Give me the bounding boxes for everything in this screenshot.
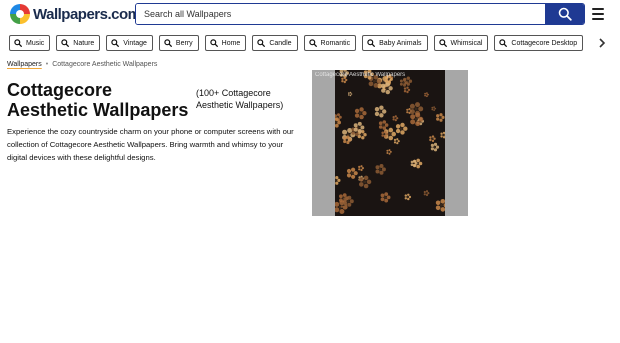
- logo-text: Wallpapers.com: [33, 5, 141, 23]
- category-chip-romantic[interactable]: Romantic: [303, 35, 357, 51]
- category-chip-whimsical[interactable]: Whimsical: [433, 35, 489, 51]
- category-chip-label: Home: [221, 39, 241, 47]
- wallpaper-count: (100+ Cottagecore Aesthetic Wallpapers): [196, 88, 284, 110]
- search-icon: [499, 39, 508, 47]
- category-chip-label: Vintage: [123, 39, 147, 47]
- search-bar: [135, 3, 585, 25]
- search-icon: [164, 39, 172, 47]
- search-icon: [558, 7, 572, 21]
- page-title: Cottagecore Aesthetic Wallpapers: [7, 80, 189, 120]
- category-chip-label: Music: [26, 39, 45, 47]
- page-description: Experience the cozy countryside charm on…: [7, 127, 294, 162]
- category-chip-label: Whimsical: [450, 39, 483, 47]
- search-icon: [367, 39, 376, 47]
- search-icon: [61, 39, 70, 47]
- breadcrumb-separator: •: [45, 61, 49, 68]
- category-chip-label: Candle: [269, 39, 292, 47]
- category-chip-home[interactable]: Home: [204, 35, 247, 51]
- category-chip-baby-animals[interactable]: Baby Animals: [362, 35, 428, 51]
- search-icon: [209, 39, 218, 47]
- category-chip-label: Cottagecore Desktop: [511, 39, 578, 47]
- hamburger-menu-icon[interactable]: [592, 8, 604, 20]
- breadcrumb-link-wallpapers[interactable]: Wallpapers: [7, 61, 42, 68]
- category-chip-label: Nature: [73, 39, 95, 47]
- breadcrumb: Wallpapers • Cottagecore Aesthetic Wallp…: [7, 61, 157, 68]
- category-chip-music[interactable]: Music: [9, 35, 51, 51]
- search-icon: [438, 39, 447, 47]
- logo-icon: [10, 4, 30, 24]
- featured-wallpaper-image: [335, 70, 445, 216]
- category-chip-candle[interactable]: Candle: [252, 35, 298, 51]
- category-chip-label: Baby Animals: [379, 39, 422, 47]
- search-icon: [111, 39, 120, 47]
- search-icon: [308, 39, 317, 47]
- category-chip-nature[interactable]: Nature: [56, 35, 101, 51]
- category-chip-berry[interactable]: Berry: [158, 35, 199, 51]
- flower-pattern-image: [335, 70, 445, 214]
- category-chip-cottagecore-desktop[interactable]: Cottagecore Desktop: [494, 35, 584, 51]
- featured-wallpaper-preview[interactable]: Cottagecore Aesthetic Wallpapers: [312, 70, 468, 216]
- breadcrumb-current: Cottagecore Aesthetic Wallpapers: [52, 61, 158, 68]
- category-chip-label: Romantic: [320, 39, 351, 47]
- category-chip-vintage[interactable]: Vintage: [106, 35, 153, 51]
- search-icon: [14, 39, 22, 47]
- site-logo[interactable]: Wallpapers.com: [10, 3, 141, 25]
- site-header: Wallpapers.com: [0, 0, 620, 28]
- search-button[interactable]: [545, 4, 584, 24]
- preview-caption: Cottagecore Aesthetic Wallpapers: [315, 72, 406, 78]
- search-icon: [257, 39, 266, 47]
- category-chips: Music Nature Vintage Berry Home Candle Romanti…: [9, 35, 584, 51]
- search-input[interactable]: [136, 4, 545, 24]
- chevron-right-icon[interactable]: [598, 37, 606, 49]
- category-chip-label: Berry: [175, 39, 193, 47]
